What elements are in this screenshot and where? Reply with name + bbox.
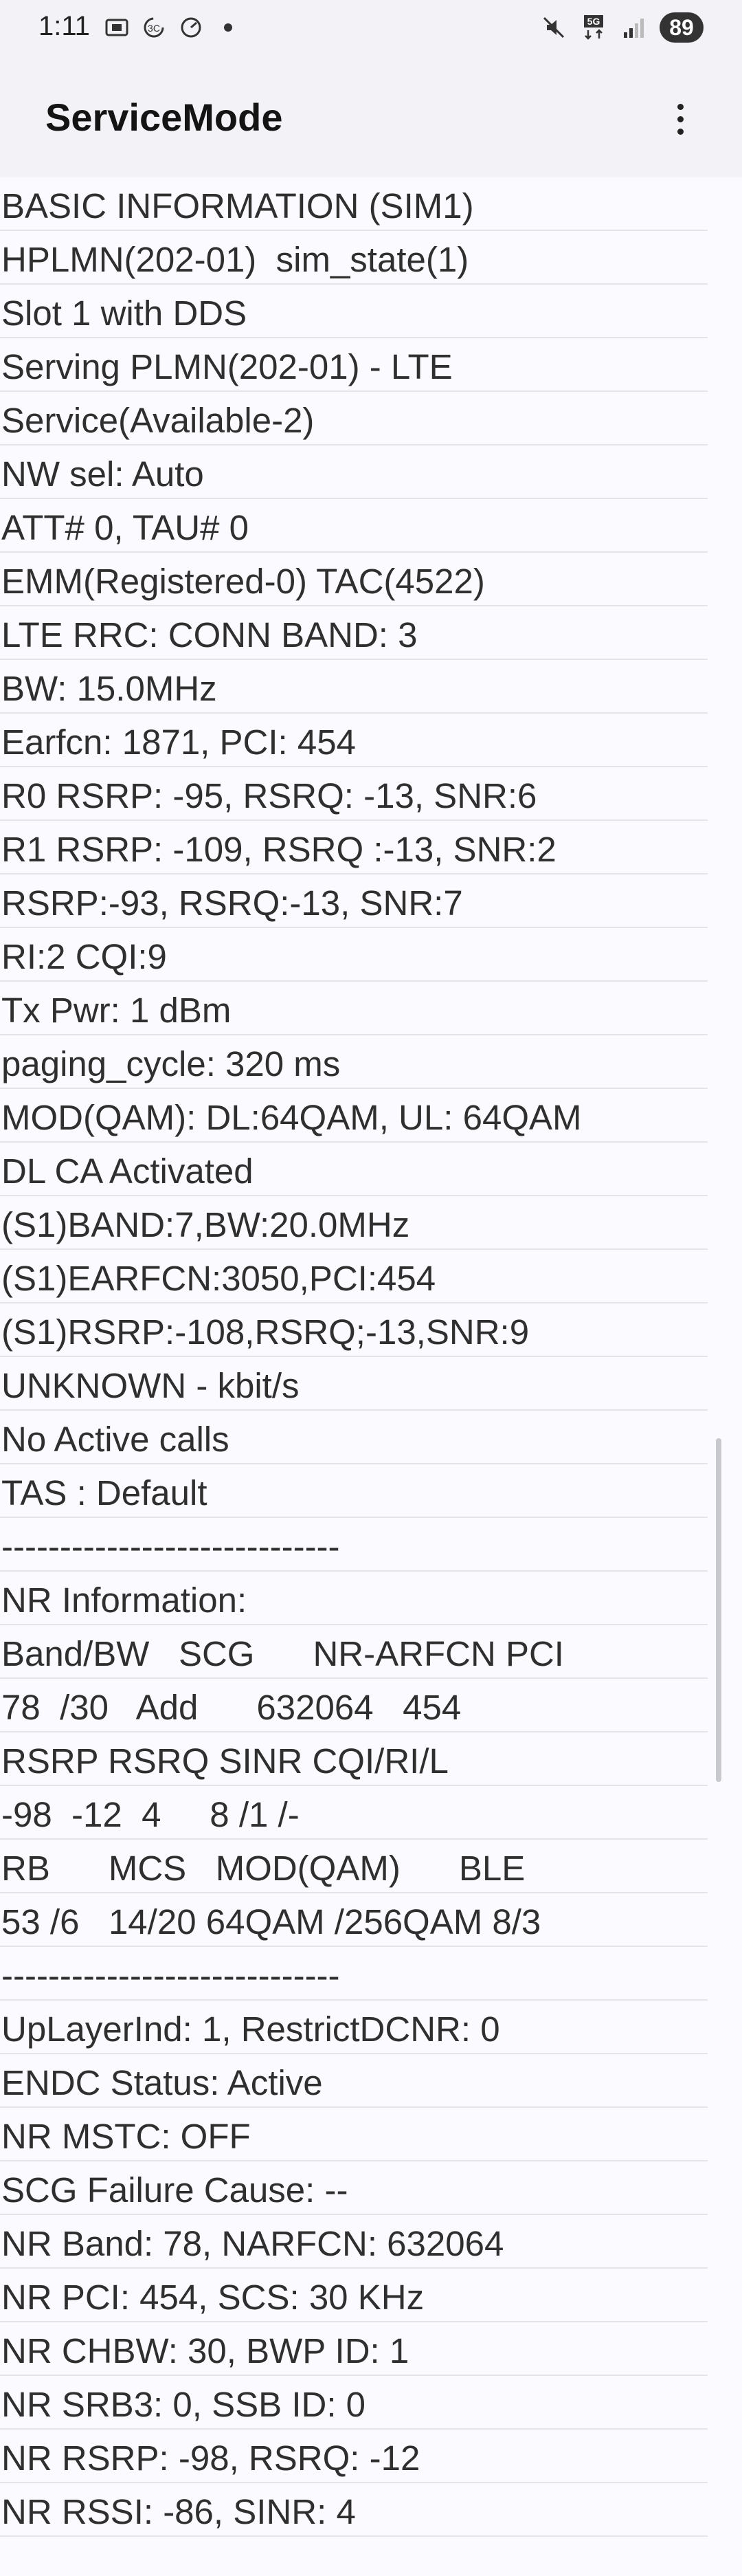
info-row: BASIC INFORMATION (SIM1)	[0, 177, 708, 231]
info-row: No Active calls	[0, 1411, 708, 1464]
page-title: ServiceMode	[45, 96, 283, 139]
info-row: 78 /30 Add 632064 454	[0, 1679, 708, 1732]
svg-text:5G: 5G	[587, 16, 600, 27]
speed-icon	[177, 14, 205, 41]
info-row: LTE RRC: CONN BAND: 3	[0, 606, 708, 660]
info-row: RSRP RSRQ SINR CQI/RI/L	[0, 1732, 708, 1786]
5g-network-icon: 5G	[580, 14, 607, 41]
info-row: Tx Pwr: 1 dBm	[0, 982, 708, 1035]
info-row: RSRP:-93, RSRQ:-13, SNR:7	[0, 874, 708, 928]
info-row: Serving PLMN(202-01) - LTE	[0, 338, 708, 392]
info-row: Service(Available-2)	[0, 392, 708, 445]
info-row: 53 /6 14/20 64QAM /256QAM 8/3	[0, 1893, 708, 1947]
info-row: R0 RSRP: -95, RSRQ: -13, SNR:6	[0, 767, 708, 821]
scrollbar[interactable]	[716, 1438, 721, 1782]
status-right-icons: 5G 89	[540, 12, 704, 43]
service-info-list[interactable]: BASIC INFORMATION (SIM1) HPLMN(202-01) s…	[0, 177, 708, 2537]
info-row: -98 -12 4 8 /1 /-	[0, 1786, 708, 1840]
info-row: NR SRB3: 0, SSB ID: 0	[0, 2376, 708, 2430]
mute-icon	[540, 14, 567, 41]
dot-icon	[214, 14, 242, 41]
screenshot-icon	[103, 14, 131, 41]
battery-indicator: 89	[660, 12, 704, 43]
info-row: ENDC Status: Active	[0, 2054, 708, 2108]
overflow-menu-icon[interactable]	[662, 95, 698, 143]
info-row: Slot 1 with DDS	[0, 285, 708, 338]
info-row: MOD(QAM): DL:64QAM, UL: 64QAM	[0, 1089, 708, 1143]
info-row: SCG Failure Cause: --	[0, 2161, 708, 2215]
info-row: DL CA Activated	[0, 1143, 708, 1196]
info-row: ATT# 0, TAU# 0	[0, 499, 708, 553]
info-row: Earfcn: 1871, PCI: 454	[0, 714, 708, 767]
info-row: (S1)RSRP:-108,RSRQ;-13,SNR:9	[0, 1303, 708, 1357]
info-row: NR Band: 78, NARFCN: 632064	[0, 2215, 708, 2269]
info-row: NR RSSI: -86, SINR: 4	[0, 2483, 708, 2537]
status-bar: 1:11 3C 5G 89	[0, 0, 742, 60]
info-row: NR PCI: 454, SCS: 30 KHz	[0, 2269, 708, 2322]
signal-icon	[620, 14, 647, 41]
info-row: Band/BW SCG NR-ARFCN PCI	[0, 1625, 708, 1679]
menu-dot	[677, 103, 684, 110]
info-row: R1 RSRP: -109, RSRQ :-13, SNR:2	[0, 821, 708, 874]
status-left-icons: 3C	[103, 14, 242, 41]
menu-dot	[677, 128, 684, 135]
menu-dot	[677, 115, 684, 122]
app-bar: ServiceMode	[0, 60, 742, 177]
svg-text:3C: 3C	[148, 23, 160, 34]
data-saver-icon: 3C	[140, 14, 168, 41]
info-row: NR CHBW: 30, BWP ID: 1	[0, 2322, 708, 2376]
status-time: 1:11	[38, 11, 90, 41]
info-row: NR RSRP: -98, RSRQ: -12	[0, 2430, 708, 2483]
info-row: BW: 15.0MHz	[0, 660, 708, 714]
info-row: (S1)BAND:7,BW:20.0MHz	[0, 1196, 708, 1250]
info-row: NR MSTC: OFF	[0, 2108, 708, 2161]
info-row: UpLayerInd: 1, RestrictDCNR: 0	[0, 2001, 708, 2054]
info-row: (S1)EARFCN:3050,PCI:454	[0, 1250, 708, 1303]
separator-row: -----------------------------	[0, 1947, 708, 2001]
info-row: TAS : Default	[0, 1464, 708, 1518]
info-row: UNKNOWN - kbit/s	[0, 1357, 708, 1411]
info-row: EMM(Registered-0) TAC(4522)	[0, 553, 708, 606]
info-row: RI:2 CQI:9	[0, 928, 708, 982]
info-row: paging_cycle: 320 ms	[0, 1035, 708, 1089]
info-row: RB MCS MOD(QAM) BLE	[0, 1840, 708, 1893]
info-row: NW sel: Auto	[0, 445, 708, 499]
separator-row: -----------------------------	[0, 1518, 708, 1572]
info-row: HPLMN(202-01) sim_state(1)	[0, 231, 708, 285]
info-row: NR Information:	[0, 1572, 708, 1625]
